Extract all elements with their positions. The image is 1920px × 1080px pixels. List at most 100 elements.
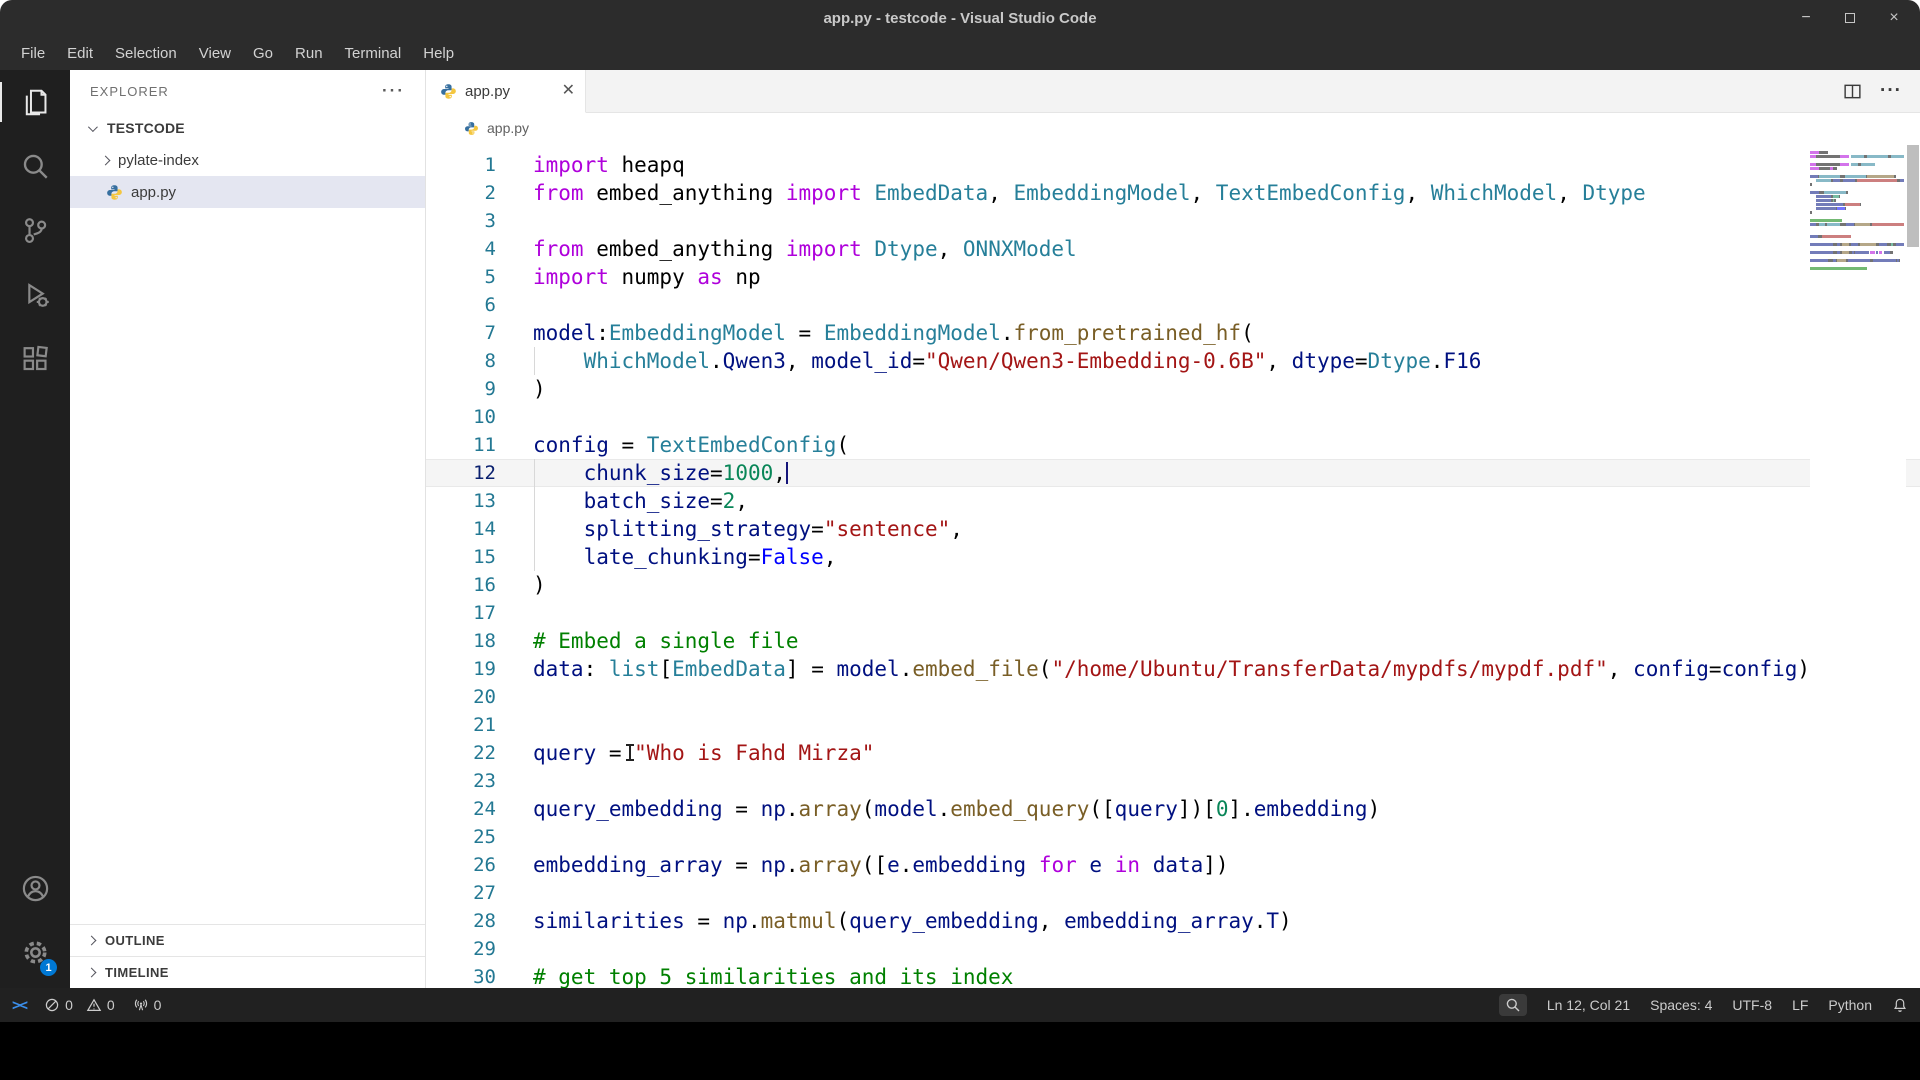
code-line-12[interactable]: 12 chunk_size=1000, — [426, 459, 1920, 487]
code-text: late_chunking=False, — [533, 545, 836, 569]
line-number: 8 — [426, 347, 496, 375]
code-text: similarities = np.matmul(query_embedding… — [533, 909, 1292, 933]
minimap[interactable] — [1810, 143, 1906, 988]
line-number: 27 — [426, 879, 496, 907]
code-line-3[interactable]: 3 — [426, 207, 1920, 235]
maximize-icon — [1845, 13, 1855, 23]
code-line-29[interactable]: 29 — [426, 935, 1920, 963]
code-line-7[interactable]: 7model:EmbeddingModel = EmbeddingModel.f… — [426, 319, 1920, 347]
settings-button[interactable]: 1 — [0, 920, 70, 984]
breadcrumb-item[interactable]: app.py — [487, 120, 529, 136]
code-text: from embed_anything import Dtype, ONNXMo… — [533, 237, 1077, 261]
code-line-8[interactable]: 8 WhichModel.Qwen3, model_id="Qwen/Qwen3… — [426, 347, 1920, 375]
code-line-24[interactable]: 24query_embedding = np.array(model.embed… — [426, 795, 1920, 823]
tab-app-py[interactable]: app.py ✕ — [426, 70, 586, 113]
line-number: 20 — [426, 683, 496, 711]
files-icon — [21, 88, 50, 117]
line-number: 14 — [426, 515, 496, 543]
code-line-16[interactable]: 16) — [426, 571, 1920, 599]
tab-bar: app.py ✕ ··· — [426, 70, 1920, 113]
code-line-4[interactable]: 4from embed_anything import Dtype, ONNXM… — [426, 235, 1920, 263]
editor-group: app.py ✕ ··· app.py 1import heapq2from e… — [426, 70, 1920, 988]
workspace-root-testcode[interactable]: TESTCODE — [70, 112, 425, 144]
code-line-13[interactable]: 13 batch_size=2, — [426, 487, 1920, 515]
cursor-position[interactable]: Ln 12, Col 21 — [1547, 997, 1630, 1013]
activity-source-control[interactable] — [0, 198, 70, 262]
zoom-status-item[interactable] — [1499, 994, 1527, 1016]
accounts-button[interactable] — [0, 856, 70, 920]
code-line-20[interactable]: 20 — [426, 683, 1920, 711]
code-line-14[interactable]: 14 splitting_strategy="sentence", — [426, 515, 1920, 543]
tree-item-pylate-index[interactable]: pylate-index — [70, 144, 425, 176]
editor-actions: ··· — [1843, 70, 1920, 112]
activity-bar-bottom: 1 — [0, 856, 70, 988]
status-bar: >< 0 0 0 — [0, 988, 1920, 1022]
notifications-bell[interactable] — [1892, 997, 1908, 1013]
activity-explorer[interactable] — [0, 70, 70, 134]
scrollbar-thumb[interactable] — [1907, 145, 1919, 247]
menu-help[interactable]: Help — [412, 40, 465, 67]
error-icon — [44, 997, 60, 1013]
code-text: splitting_strategy="sentence", — [533, 517, 963, 541]
close-button[interactable]: × — [1884, 8, 1904, 28]
remote-indicator[interactable]: >< — [12, 996, 26, 1014]
encoding-status[interactable]: UTF-8 — [1732, 997, 1772, 1013]
activity-run-debug[interactable] — [0, 262, 70, 326]
code-line-1[interactable]: 1import heapq — [426, 151, 1920, 179]
minimap-content — [1810, 151, 1906, 271]
code-line-18[interactable]: 18# Embed a single file — [426, 627, 1920, 655]
code-line-19[interactable]: 19data: list[EmbedData] = model.embed_fi… — [426, 655, 1920, 683]
code-line-6[interactable]: 6 — [426, 291, 1920, 319]
activity-search[interactable] — [0, 134, 70, 198]
outline-label: OUTLINE — [105, 933, 165, 948]
minimize-button[interactable]: − — [1796, 8, 1816, 28]
settings-badge: 1 — [40, 959, 57, 976]
code-line-17[interactable]: 17 — [426, 599, 1920, 627]
split-editor-icon[interactable] — [1843, 82, 1862, 101]
code-line-25[interactable]: 25 — [426, 823, 1920, 851]
eol-status[interactable]: LF — [1792, 997, 1808, 1013]
outline-section[interactable]: OUTLINE — [70, 924, 425, 956]
code-line-11[interactable]: 11config = TextEmbedConfig( — [426, 431, 1920, 459]
code-editor[interactable]: 1import heapq2from embed_anything import… — [426, 143, 1920, 988]
chevron-right-icon — [87, 968, 97, 978]
tree-item-app-py[interactable]: app.py — [70, 176, 425, 208]
vscode-window: app.py - testcode - Visual Studio Code −… — [0, 0, 1920, 1022]
menu-terminal[interactable]: Terminal — [334, 40, 413, 67]
code-line-23[interactable]: 23 — [426, 767, 1920, 795]
code-text: query = "Who is Fahd Mirza" — [533, 741, 874, 765]
menu-file[interactable]: File — [10, 40, 56, 67]
line-number: 17 — [426, 599, 496, 627]
workspace-label: TESTCODE — [107, 120, 185, 136]
code-line-30[interactable]: 30# get top 5 similarities and its index — [426, 963, 1920, 988]
code-line-22[interactable]: 22query = "Who is Fahd Mirza" — [426, 739, 1920, 767]
activity-extensions[interactable] — [0, 326, 70, 390]
indentation-status[interactable]: Spaces: 4 — [1650, 997, 1712, 1013]
code-line-21[interactable]: 21 — [426, 711, 1920, 739]
line-number: 19 — [426, 655, 496, 683]
code-line-10[interactable]: 10 — [426, 403, 1920, 431]
menu-edit[interactable]: Edit — [56, 40, 104, 67]
maximize-button[interactable] — [1840, 8, 1860, 28]
code-line-2[interactable]: 2from embed_anything import EmbedData, E… — [426, 179, 1920, 207]
window-title: app.py - testcode - Visual Studio Code — [0, 0, 1920, 36]
code-line-5[interactable]: 5import numpy as np — [426, 263, 1920, 291]
menu-view[interactable]: View — [188, 40, 242, 67]
menu-run[interactable]: Run — [284, 40, 334, 67]
code-line-26[interactable]: 26embedding_array = np.array([e.embeddin… — [426, 851, 1920, 879]
window-controls: − × — [1796, 0, 1904, 36]
code-line-15[interactable]: 15 late_chunking=False, — [426, 543, 1920, 571]
language-mode[interactable]: Python — [1828, 997, 1872, 1013]
code-line-28[interactable]: 28similarities = np.matmul(query_embeddi… — [426, 907, 1920, 935]
line-number: 23 — [426, 767, 496, 795]
code-line-9[interactable]: 9) — [426, 375, 1920, 403]
code-line-27[interactable]: 27 — [426, 879, 1920, 907]
timeline-section[interactable]: TIMELINE — [70, 956, 425, 988]
line-number: 15 — [426, 543, 496, 571]
ports-indicator[interactable]: 0 — [133, 997, 162, 1013]
tab-close-icon[interactable]: ✕ — [562, 83, 575, 99]
menu-selection[interactable]: Selection — [104, 40, 188, 67]
problems-indicator[interactable]: 0 0 — [44, 997, 115, 1013]
error-count: 0 — [65, 997, 73, 1013]
menu-go[interactable]: Go — [242, 40, 284, 67]
